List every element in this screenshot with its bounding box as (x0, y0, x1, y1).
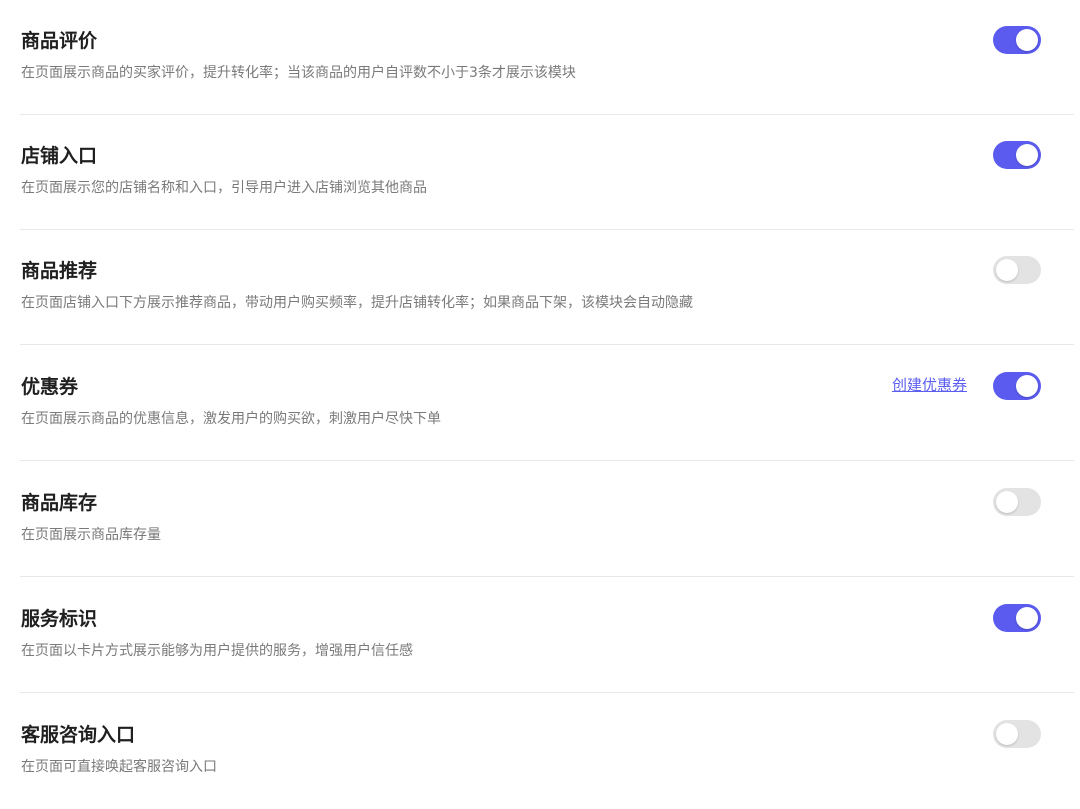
toggle-knob (996, 723, 1018, 745)
service-badges-toggle[interactable] (993, 604, 1041, 632)
setting-row-store-entry: 店铺入口 在页面展示您的店铺名称和入口，引导用户进入店铺浏览其他商品 (0, 115, 1074, 230)
store-entry-toggle[interactable] (993, 141, 1041, 169)
setting-row-product-recommendations: 商品推荐 在页面店铺入口下方展示推荐商品，带动用户购买频率，提升店铺转化率；如果… (0, 230, 1074, 345)
coupons-toggle[interactable] (993, 372, 1041, 400)
setting-title: 服务标识 (21, 608, 98, 630)
setting-description: 在页面店铺入口下方展示推荐商品，带动用户购买频率，提升店铺转化率；如果商品下架，… (21, 295, 693, 311)
setting-description: 在页面展示商品的优惠信息，激发用户的购买欲，刺激用户尽快下单 (21, 411, 441, 427)
customer-service-entry-toggle[interactable] (993, 720, 1041, 748)
setting-title: 店铺入口 (21, 145, 98, 167)
setting-row-coupons: 优惠券 在页面展示商品的优惠信息，激发用户的购买欲，刺激用户尽快下单 创建优惠券 (0, 346, 1074, 461)
setting-title: 优惠券 (21, 376, 79, 398)
setting-description: 在页面展示您的店铺名称和入口，引导用户进入店铺浏览其他商品 (21, 180, 427, 196)
setting-title: 客服咨询入口 (21, 724, 136, 746)
setting-row-product-inventory: 商品库存 在页面展示商品库存量 (0, 462, 1074, 577)
setting-description: 在页面以卡片方式展示能够为用户提供的服务，增强用户信任感 (21, 643, 413, 659)
setting-title: 商品库存 (21, 492, 98, 514)
setting-row-service-badges: 服务标识 在页面以卡片方式展示能够为用户提供的服务，增强用户信任感 (0, 578, 1074, 693)
settings-list: 商品评价 在页面展示商品的买家评价，提升转化率；当该商品的用户自评数不小于3条才… (0, 0, 1080, 797)
create-coupon-link[interactable]: 创建优惠券 (892, 373, 967, 397)
product-reviews-toggle[interactable] (993, 26, 1041, 54)
product-recommendations-toggle[interactable] (993, 256, 1041, 284)
toggle-knob (996, 259, 1018, 281)
toggle-knob (1016, 375, 1038, 397)
toggle-knob (996, 491, 1018, 513)
setting-title: 商品评价 (21, 30, 98, 52)
setting-description: 在页面展示商品的买家评价，提升转化率；当该商品的用户自评数不小于3条才展示该模块 (21, 65, 576, 81)
toggle-knob (1016, 607, 1038, 629)
setting-description: 在页面可直接唤起客服咨询入口 (21, 759, 217, 775)
setting-row-customer-service-entry: 客服咨询入口 在页面可直接唤起客服咨询入口 (0, 694, 1074, 809)
toggle-knob (1016, 29, 1038, 51)
product-inventory-toggle[interactable] (993, 488, 1041, 516)
setting-description: 在页面展示商品库存量 (21, 527, 161, 543)
setting-title: 商品推荐 (21, 260, 98, 282)
toggle-knob (1016, 144, 1038, 166)
setting-row-product-reviews: 商品评价 在页面展示商品的买家评价，提升转化率；当该商品的用户自评数不小于3条才… (0, 0, 1074, 115)
